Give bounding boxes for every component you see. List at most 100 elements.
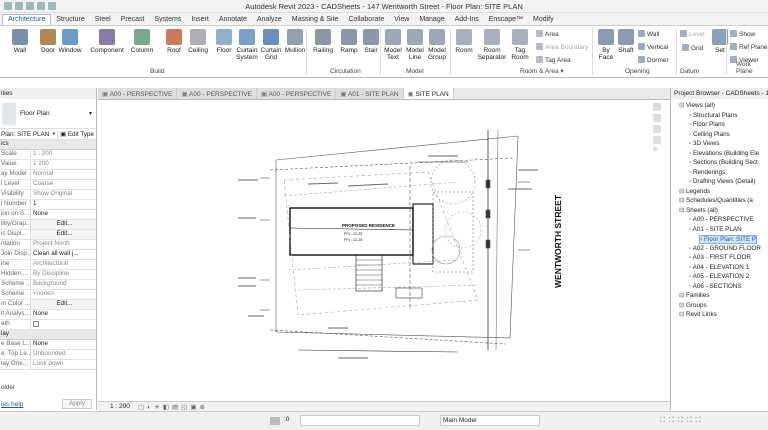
room-small-item[interactable]: Area Boundary [536,43,588,51]
browser-item[interactable]: ⊟ Legends [679,188,710,195]
room-separator-button[interactable]: Room Separator [476,29,508,61]
window-button[interactable]: Window [58,29,82,54]
component-button[interactable]: Component [88,29,126,54]
expand-icon[interactable]: ⊟ [679,311,686,318]
drawing-canvas[interactable]: PROPOSED RESIDENCE FFL: 12.25 FFL: 12.25… [98,100,670,401]
stair-button[interactable]: Stair [360,29,382,54]
worksets-icon[interactable] [270,417,280,425]
chevron-down-icon[interactable]: ▼ [88,111,93,117]
browser-item[interactable]: ▫ Floor Plans [689,121,725,128]
opening-small-item[interactable]: Dormer [638,56,669,64]
edit-button[interactable]: Edit... [30,300,96,309]
type-selector[interactable]: Floor Plan ▼ [0,99,96,129]
datum-item[interactable]: Grid [682,44,703,52]
view-tab[interactable]: ▣ A00 - PERSPECTIVE [177,88,257,99]
room-small-item[interactable]: Area [536,30,559,38]
browser-item[interactable]: ▫ 3D Views [689,140,719,147]
view-tab[interactable]: ▣ SITE PLAN [403,88,454,99]
expand-icon[interactable]: ⊟ [679,207,686,214]
by-face-button[interactable]: By Face [596,29,616,61]
browser-item[interactable]: ▫ Elevations (Building Ele [689,150,759,157]
ribbon-tab[interactable]: Massing & Site [287,15,344,25]
expand-icon[interactable]: ⊟ [679,188,686,195]
datum-item[interactable]: Level [680,30,705,38]
browser-item[interactable]: ▫ A01 - SITE PLAN [689,226,742,233]
property-value[interactable] [30,320,96,329]
view-tab[interactable]: ▣ A01 - SITE PLAN [336,88,404,99]
tag-room-button[interactable]: Tag Room [508,29,532,61]
column-button[interactable]: Column [130,29,154,54]
instance-selector[interactable]: Plan: SITE PLAN [0,131,53,138]
checkbox[interactable] [33,321,39,327]
browser-item[interactable]: ▫ A06 - SECTIONS [689,283,742,290]
property-value[interactable]: None [30,210,96,219]
view-tab[interactable]: ▣ A00 - PERSPECTIVE [98,88,178,99]
expand-icon[interactable]: ⊟ [679,292,686,299]
ribbon-tab[interactable]: View [389,15,414,25]
browser-item[interactable]: ⊟ Revit Links [679,311,717,318]
browser-item-selected[interactable]: ▫ Floor Plan: SITE P [699,235,758,244]
property-value[interactable]: Clean all wall j... [30,250,96,259]
opening-small-item[interactable]: Vertical [638,43,668,51]
ribbon-tab[interactable]: Insert [186,15,214,25]
browser-item[interactable]: ▫ A02 - GROUND FLOOR [689,245,761,252]
browser-item[interactable]: ▫ A05 - ELEVATION 2 [689,273,749,280]
workplane-item[interactable]: Ref Plane [730,43,768,51]
zoom-extents-icon[interactable] [653,136,661,144]
steering-wheel-icon[interactable] [653,114,661,122]
ribbon-tab[interactable]: Manage [414,15,449,25]
ramp-button[interactable]: Ramp [338,29,360,54]
zoom-icon[interactable] [653,125,661,133]
browser-item[interactable]: ▫ Renderings [689,169,725,176]
browser-item[interactable]: ⊟ Groups [679,302,707,309]
edit-type-button[interactable]: ▣ Edit Type [57,130,96,138]
door-button[interactable]: Door [36,29,60,54]
properties-help-link[interactable]: ies help [1,401,23,408]
property-value[interactable]: None [30,340,96,349]
view-tab[interactable]: ▣ A00 - PERSPECTIVE [256,88,337,99]
browser-item[interactable]: ⊟ Schedules/Quantities (a [679,197,753,204]
view-controls-icons[interactable]: ▢◐☀◧▤◱▣⊕ [138,403,208,411]
ribbon-tab[interactable]: Annotate [214,15,252,25]
ribbon-tab[interactable]: Add-Ins [450,15,484,25]
ribbon-tab[interactable]: Architecture [2,14,52,25]
browser-item[interactable]: ⊟ Sheets (all) [679,207,718,214]
railing-button[interactable]: Railing [312,29,334,54]
browser-item[interactable]: ▫ A04 - ELEVATION 1 [689,264,749,271]
graphics-section-header[interactable]: ics [0,140,96,150]
chevron-down-icon[interactable] [653,147,657,151]
property-value[interactable]: None [30,310,96,319]
ribbon-tab[interactable]: Steel [90,15,116,25]
chevron-down-icon[interactable]: ▾ [53,131,56,137]
browser-item[interactable]: ⊟ Families [679,292,709,299]
ribbon-tab[interactable]: Enscape™ [484,15,528,25]
model-text-button[interactable]: Model Text [382,29,404,61]
room-small-item[interactable]: Tag Area [536,56,571,64]
model-line-button[interactable]: Model Line [404,29,426,61]
ribbon-tab[interactable]: Precast [116,15,150,25]
expand-icon[interactable]: ⊟ [679,302,686,309]
browser-item[interactable]: ▫ A03 - FIRST FLOOR [689,254,751,261]
ribbon-tab[interactable]: Analyze [252,15,287,25]
browser-item[interactable]: ▫ A00 - PERSPECTIVE [689,216,754,223]
model-group-button[interactable]: Model Group [426,29,448,61]
roof-button[interactable]: Roof [162,29,186,54]
model-selector[interactable]: Main Model [440,415,540,426]
selection-filter-icons[interactable]: ⛶⛶⛶⛶⛶ [660,417,705,425]
extents-section-header[interactable]: lay [0,330,96,340]
ribbon-tab[interactable]: Modify [528,15,559,25]
ribbon-tab[interactable]: Systems [149,15,186,25]
edit-button[interactable]: Edit... [30,230,96,239]
design-options-selector[interactable] [300,415,420,426]
edit-button[interactable]: Edit... [30,220,96,229]
apply-button[interactable]: Apply [62,399,92,409]
curtain-grid-button[interactable]: Curtain Grid [258,29,284,61]
browser-item[interactable]: ▫ Sections (Building Sect [689,159,758,166]
wall-button[interactable]: Wall [8,29,32,54]
ribbon-tab[interactable]: Structure [51,15,89,25]
view-cube-icon[interactable] [653,103,661,111]
view-scale[interactable]: 1 : 200 [110,403,130,410]
workplane-item[interactable]: Show [730,30,755,38]
room-button[interactable]: Room [452,29,476,54]
curtain-system-button[interactable]: Curtain System [234,29,260,61]
